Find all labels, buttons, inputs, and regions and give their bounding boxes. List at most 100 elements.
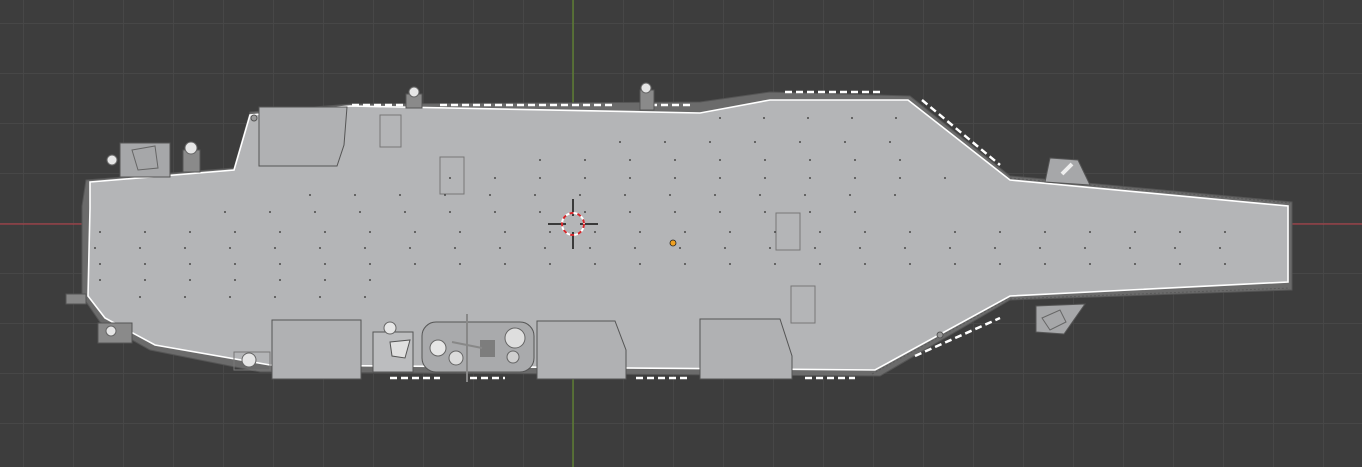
tie-down-dot [319,296,321,298]
aircraft-elevator-1[interactable] [258,106,348,167]
tie-down-dot [634,247,636,249]
tie-down-dot [539,177,541,179]
tie-down-dot [1044,231,1046,233]
tie-down-dot [99,263,101,265]
tie-down-dot [144,279,146,281]
tie-down-dot [724,247,726,249]
tie-down-dot [639,263,641,265]
tie-down-dot [764,211,766,213]
tie-down-dot [807,117,809,119]
tie-down-dot [851,117,853,119]
tie-down-dot [799,141,801,143]
tie-down-dot [489,194,491,196]
carrier-model[interactable] [65,82,1293,382]
tie-down-dot [274,296,276,298]
tie-down-dot [1174,247,1176,249]
tie-down-dot [579,194,581,196]
tie-down-dot [809,177,811,179]
tie-down-dot [1089,263,1091,265]
tie-down-dot [1134,263,1136,265]
tie-down-dot [899,177,901,179]
tie-down-dot [189,279,191,281]
tie-down-dot [629,211,631,213]
aircraft-elevator-2[interactable] [271,319,362,380]
tie-down-dot [539,211,541,213]
tie-down-dot [819,231,821,233]
tie-down-dot [899,159,901,161]
tie-down-dot [759,194,761,196]
tie-down-dot [494,177,496,179]
tie-down-dot [404,211,406,213]
tie-down-dot [324,263,326,265]
tie-down-dot [1224,231,1226,233]
tie-down-dot [954,231,956,233]
tie-down-dot [669,194,671,196]
tie-down-dot [449,177,451,179]
3d-viewport[interactable] [0,0,1362,467]
tie-down-dot [1084,247,1086,249]
tie-down-dot [1219,247,1221,249]
tie-down-dot [774,263,776,265]
tie-down-dot [1044,263,1046,265]
tie-down-dot [619,141,621,143]
tie-down-dot [589,247,591,249]
tie-down-dot [279,279,281,281]
tie-down-dot [549,231,551,233]
tie-down-dot [324,279,326,281]
tie-down-dot [714,194,716,196]
tie-down-dot [584,177,586,179]
tie-down-dot [999,231,1001,233]
tie-down-dot [454,247,456,249]
tie-down-dot [459,263,461,265]
tie-down-dot [494,211,496,213]
tie-down-dot [629,159,631,161]
tie-down-dot [534,194,536,196]
tie-down-dot [804,194,806,196]
tie-down-dot [999,263,1001,265]
object-origin-icon[interactable] [669,239,677,247]
tie-down-dot [544,247,546,249]
tie-down-dot [754,141,756,143]
tie-down-dot [674,159,676,161]
tie-down-dot [279,263,281,265]
tie-down-dot [504,231,506,233]
tie-down-dot [369,279,371,281]
tie-down-dot [189,263,191,265]
tie-down-dot [814,247,816,249]
tie-down-dot [854,159,856,161]
tie-down-dot [639,231,641,233]
tie-down-dot [594,231,596,233]
tie-down-dot [854,211,856,213]
tie-down-dot [719,117,721,119]
tie-down-dot [719,159,721,161]
tie-down-dot [364,247,366,249]
aircraft-elevator-3[interactable] [536,320,627,380]
tie-down-dot [279,231,281,233]
tie-down-dot [994,247,996,249]
tie-down-dot [184,296,186,298]
tie-down-dot [354,194,356,196]
tie-down-dot [449,211,451,213]
tie-down-dot [889,141,891,143]
tie-down-dot [624,194,626,196]
tie-down-dot [764,159,766,161]
aircraft-elevator-4[interactable] [699,318,793,380]
tie-down-dot [224,211,226,213]
tie-down-dot [864,231,866,233]
viewport-canvas[interactable] [0,0,1362,467]
tie-down-dot [1134,231,1136,233]
tie-down-dot [314,211,316,213]
tie-down-dot [309,194,311,196]
tie-down-dot [849,194,851,196]
tie-down-dot [189,231,191,233]
tie-down-dot [769,247,771,249]
tie-down-dot [139,247,141,249]
tie-down-dot [719,211,721,213]
tie-down-dot [679,247,681,249]
tie-down-dot [584,211,586,213]
tie-down-dot [729,263,731,265]
tie-down-dot [819,263,821,265]
tie-down-dot [895,117,897,119]
tie-down-dot [629,177,631,179]
tie-down-dot [99,231,101,233]
